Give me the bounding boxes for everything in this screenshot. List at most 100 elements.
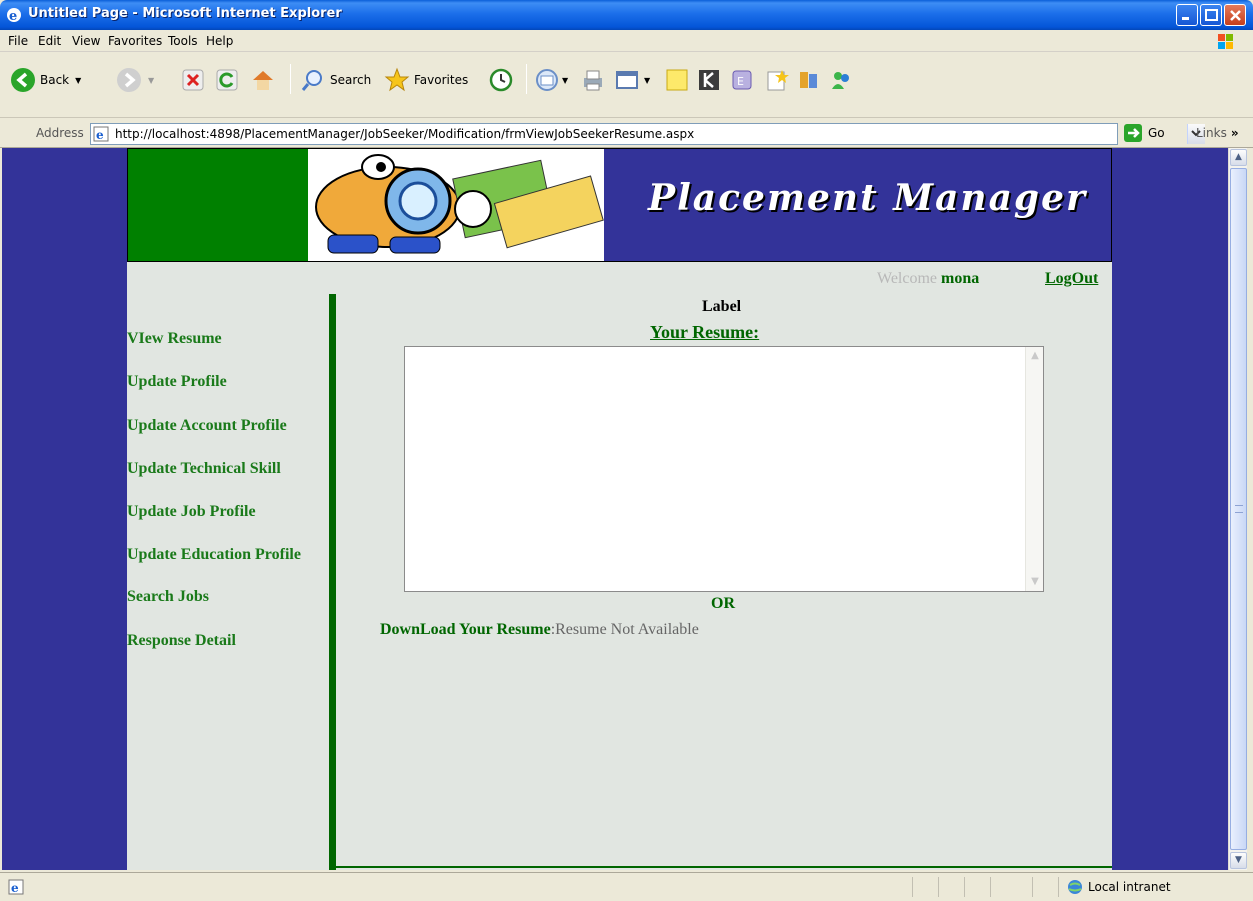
- search-label: Search: [330, 73, 372, 87]
- nav-search-jobs[interactable]: Search Jobs: [127, 588, 209, 606]
- mail-button[interactable]: ▼: [534, 62, 568, 98]
- footer-divider: [329, 866, 1112, 868]
- go-label: Go: [1148, 126, 1165, 140]
- security-zone: Local intranet: [1066, 879, 1171, 895]
- edit-page-icon: [616, 71, 638, 89]
- messenger-button[interactable]: [828, 62, 854, 98]
- nav-update-technical-skill[interactable]: Update Technical Skill: [127, 460, 281, 478]
- favorites-add-icon: [767, 70, 789, 91]
- header-left-block: [127, 148, 308, 262]
- download-resume-label: DownLoad Your Resume: [380, 621, 551, 638]
- download-resume-line: DownLoad Your Resume:Resume Not Availabl…: [380, 621, 699, 639]
- or-text: OR: [711, 595, 735, 612]
- page-scrollbar[interactable]: ▲ ▼: [1228, 148, 1247, 870]
- nav-update-profile[interactable]: Update Profile: [127, 373, 227, 391]
- welcome-prefix: Welcome: [877, 270, 938, 287]
- print-button[interactable]: [580, 62, 606, 98]
- resume-scrollbar[interactable]: ▲ ▼: [1025, 347, 1043, 591]
- edit-dropdown-icon[interactable]: ▼: [644, 76, 650, 85]
- refresh-icon: [216, 69, 238, 91]
- edit-button[interactable]: ▼: [614, 62, 650, 98]
- go-arrow-icon: [1124, 124, 1142, 142]
- back-dropdown-icon[interactable]: ▼: [75, 76, 81, 85]
- label-text: Label: [702, 298, 742, 315]
- chevron-right-icon: »: [1230, 126, 1239, 140]
- nav-view-resume[interactable]: VIew Resume: [127, 330, 222, 348]
- resume-mascot-icon: [315, 154, 604, 254]
- page-status-icon: e: [8, 879, 24, 895]
- nav-response-detail[interactable]: Response Detail: [127, 632, 236, 650]
- star-icon: [384, 67, 410, 92]
- site-page: Placement Manager Welcome mona LogOut VI…: [127, 148, 1112, 870]
- history-button[interactable]: [488, 62, 514, 98]
- k-app-icon: [699, 70, 719, 90]
- page-icon: e: [93, 126, 109, 142]
- your-resume-heading: Your Resume:: [650, 322, 760, 342]
- zone-label: Local intranet: [1088, 880, 1171, 894]
- scroll-up-icon[interactable]: ▲: [1027, 348, 1043, 364]
- bookmark-button[interactable]: [764, 62, 790, 98]
- menu-view[interactable]: View: [72, 34, 100, 48]
- forward-button[interactable]: ▼: [116, 62, 154, 98]
- header-brand: Placement Manager: [604, 148, 1112, 262]
- tools-button[interactable]: [796, 62, 822, 98]
- back-arrow-icon: [11, 68, 35, 92]
- close-button[interactable]: [1224, 4, 1246, 26]
- ie-icon: e: [7, 8, 21, 23]
- svg-text:e: e: [11, 881, 19, 895]
- favorites-label: Favorites: [414, 73, 469, 87]
- back-label: Back: [40, 73, 70, 87]
- toolbar: Back ▼ ▼ Search Favorites ▼ ▼ E: [0, 52, 1253, 118]
- scroll-up-button[interactable]: ▲: [1230, 149, 1247, 166]
- address-url: http://localhost:4898/PlacementManager/J…: [115, 127, 695, 141]
- printer-icon: [584, 70, 602, 91]
- download-status: :Resume Not Available: [550, 621, 699, 638]
- nav-update-account-profile[interactable]: Update Account Profile: [127, 417, 287, 435]
- home-icon: [253, 71, 273, 90]
- minimize-button[interactable]: [1176, 4, 1198, 26]
- refresh-button[interactable]: [214, 62, 240, 98]
- stop-button[interactable]: [180, 62, 206, 98]
- nav-update-job-profile[interactable]: Update Job Profile: [127, 503, 256, 521]
- page-viewport: Placement Manager Welcome mona LogOut VI…: [2, 148, 1228, 870]
- home-button[interactable]: [250, 62, 276, 98]
- mail-icon: [536, 69, 558, 91]
- research-icon: E: [732, 70, 752, 90]
- username: mona: [941, 270, 980, 287]
- menu-file[interactable]: File: [8, 34, 28, 48]
- logout-link[interactable]: LogOut: [1045, 270, 1098, 288]
- search-button[interactable]: Search: [300, 62, 371, 98]
- mail-dropdown-icon[interactable]: ▼: [562, 76, 568, 85]
- k-button[interactable]: [696, 62, 722, 98]
- scroll-down-icon[interactable]: ▼: [1027, 574, 1043, 590]
- scroll-down-button[interactable]: ▼: [1230, 852, 1247, 869]
- go-button[interactable]: Go: [1124, 124, 1165, 142]
- resume-textarea[interactable]: ▲ ▼: [404, 346, 1044, 592]
- svg-text:E: E: [737, 75, 744, 88]
- back-button[interactable]: Back ▼: [10, 62, 81, 98]
- messenger-tool-button[interactable]: E: [730, 62, 756, 98]
- nav-update-education-profile[interactable]: Update Education Profile: [127, 546, 301, 564]
- menu-help[interactable]: Help: [206, 34, 233, 48]
- svg-text:e: e: [9, 9, 17, 23]
- messenger-icon: [832, 72, 849, 89]
- favorites-button[interactable]: Favorites: [384, 62, 468, 98]
- forward-arrow-icon: [117, 68, 141, 92]
- links-label: Links: [1196, 126, 1227, 140]
- forward-dropdown-icon[interactable]: ▼: [148, 76, 154, 85]
- links-button[interactable]: Links»: [1196, 126, 1239, 140]
- scroll-thumb[interactable]: [1230, 168, 1247, 850]
- sidebar-divider: [329, 294, 336, 870]
- brand-title: Placement Manager: [648, 177, 1087, 219]
- menu-tools[interactable]: Tools: [168, 34, 198, 48]
- menu-edit[interactable]: Edit: [38, 34, 61, 48]
- status-bar: e Local intranet: [0, 872, 1253, 901]
- svg-text:e: e: [96, 128, 104, 142]
- menu-favorites[interactable]: Favorites: [108, 34, 162, 48]
- tools-icon: [800, 72, 817, 88]
- globe-icon: [1068, 880, 1082, 894]
- address-input[interactable]: e http://localhost:4898/PlacementManager…: [90, 123, 1205, 145]
- notes-button[interactable]: [664, 62, 690, 98]
- maximize-button[interactable]: [1200, 4, 1222, 26]
- address-label: Address: [36, 126, 84, 140]
